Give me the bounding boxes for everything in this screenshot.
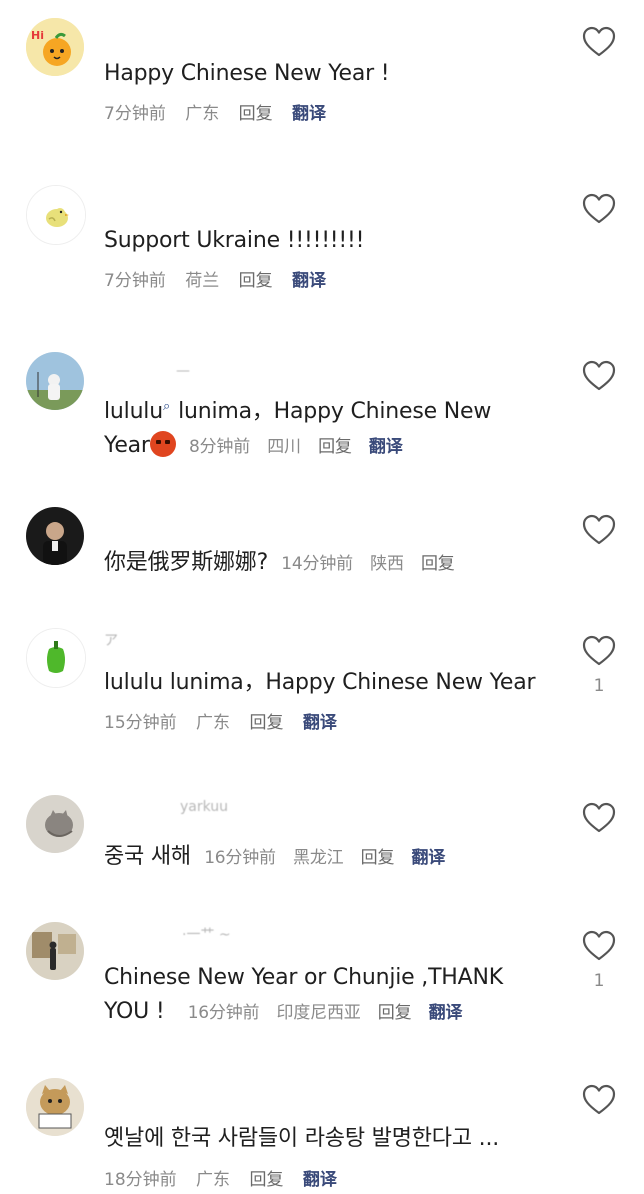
comment-location: 荷兰 [185,271,220,291]
comment-text: 중국 새해 16分钟前 黑龙江 回复 翻译 [104,840,549,875]
mention-link[interactable]: lululu [104,399,163,424]
like-button[interactable] [582,26,616,58]
avatar[interactable]: Hi [26,18,84,76]
reply-button[interactable]: 回复 [239,271,273,291]
comment-text: 옛날에 한국 사람들이 라송탕 발명한다고 ... [104,1126,500,1151]
like-button[interactable] [582,193,616,225]
comment-meta: 16分钟前 黑龙江 回复 翻译 [199,848,457,868]
avatar[interactable] [26,185,86,245]
avatar[interactable] [26,795,84,853]
comment-location: 印度尼西亚 [276,1003,361,1023]
avatar[interactable] [26,628,86,688]
like-count: 1 [593,676,605,696]
search-icon[interactable]: ⌕ [163,399,170,414]
comment-text: lululu⌕ lunima，Happy Chinese New Year 8分钟… [104,390,549,464]
comment-meta: 14分钟前 陕西 回复 [276,554,467,574]
heart-outline-icon [582,1084,616,1115]
translate-button[interactable]: 翻译 [292,271,326,291]
comment-time: 18分钟前 [104,1170,177,1190]
translate-button[interactable]: 翻译 [412,848,446,868]
comment-text-line1: Chinese New Year or Chunjie ,THANK [104,965,503,990]
comment-username[interactable]: ·一艹 ~ [182,924,231,944]
reply-button[interactable]: 回复 [318,437,352,457]
reply-button[interactable]: 回复 [249,713,283,733]
comment-text: Happy Chinese New Year ! [104,61,390,86]
comment-username[interactable]: yarkuu [180,799,228,815]
comment-location: 广东 [196,713,231,733]
like-button[interactable] [582,802,616,834]
comment-text-body: 중국 새해 [104,844,191,869]
comment-time: 14分钟前 [281,554,353,574]
like-button[interactable] [582,930,616,962]
comment-text-line1: lunima，Happy Chinese New [178,399,492,424]
heart-outline-icon [582,26,616,57]
comment-username[interactable]: — [176,363,190,379]
comment-text: Chinese New Year or Chunjie ,THANK YOU !… [104,961,549,1030]
like-button[interactable] [582,514,616,546]
reply-button[interactable]: 回复 [421,554,455,574]
comment-text: lululu lunima，Happy Chinese New Year [104,670,536,695]
comment-username[interactable]: ア [104,630,118,650]
comment-time: 16分钟前 [187,1003,260,1023]
comment-text-body: 你是俄罗斯娜娜? [104,550,269,575]
comment-time: 7分钟前 [104,104,166,124]
comment-location: 广东 [185,104,220,124]
avatar[interactable] [26,1078,84,1136]
comment-meta: 7分钟前 广东 回复 翻译 [104,102,340,126]
comment-time: 7分钟前 [104,271,166,291]
reply-button[interactable]: 回复 [239,104,273,124]
heart-outline-icon [582,635,616,666]
like-button[interactable] [582,635,616,667]
angry-face-icon [149,431,176,457]
comment-time: 15分钟前 [104,713,177,733]
avatar[interactable] [26,507,84,565]
heart-outline-icon [582,930,616,961]
like-count: 1 [593,971,605,991]
comment-text: 你是俄罗斯娜娜? 14分钟前 陕西 回复 [104,546,549,581]
comment-location: 黑龙江 [293,848,344,868]
comment-location: 广东 [196,1170,231,1190]
heart-outline-icon [582,360,616,391]
comment-text-line2: YOU ! [104,999,165,1024]
translate-button[interactable]: 翻译 [303,1170,337,1190]
comment-location: 陕西 [370,554,404,574]
comment-time: 8分钟前 [189,437,251,457]
reply-button[interactable]: 回复 [378,1003,412,1023]
comment-text: Support Ukraine !!!!!!!!! [104,228,365,253]
like-button[interactable] [582,360,616,392]
translate-button[interactable]: 翻译 [429,1003,463,1023]
translate-button[interactable]: 翻译 [292,104,326,124]
svg-text:Hi: Hi [31,29,44,42]
comment-location: 四川 [267,437,301,457]
avatar[interactable] [26,922,84,980]
translate-button[interactable]: 翻译 [303,713,337,733]
comment-meta: 15分钟前 广东 回复 翻译 [104,711,351,735]
heart-outline-icon [582,802,616,833]
heart-outline-icon [582,193,616,224]
translate-button[interactable]: 翻译 [369,437,403,457]
comment-meta: 18分钟前 广东 回复 翻译 [104,1168,351,1192]
avatar[interactable] [26,352,84,410]
comment-time: 16分钟前 [204,848,276,868]
reply-button[interactable]: 回复 [361,848,395,868]
like-button[interactable] [582,1084,616,1116]
comment-meta: 7分钟前 荷兰 回复 翻译 [104,269,340,293]
reply-button[interactable]: 回复 [249,1170,283,1190]
comment-text-line2: Year [104,433,150,458]
comment-meta: 8分钟前 四川 回复 翻译 [184,437,415,457]
comment-meta: 16分钟前 印度尼西亚 回复 翻译 [182,1003,474,1023]
heart-outline-icon [582,514,616,545]
